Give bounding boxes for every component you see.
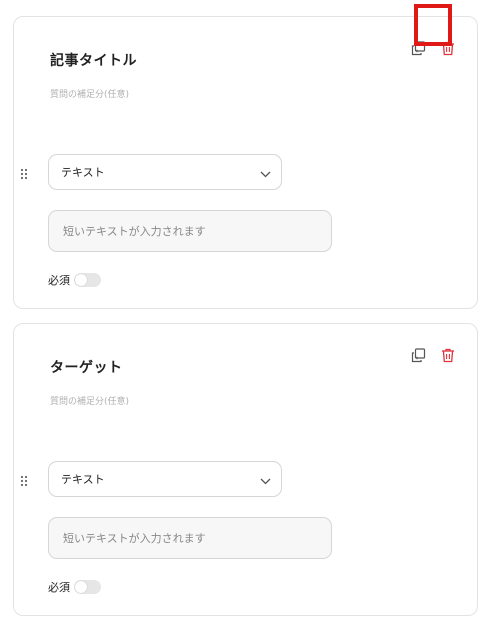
required-row: 必須 — [48, 272, 101, 288]
drag-handle-icon[interactable] — [20, 472, 28, 487]
form-builder: 記事タイトル 質問の補足分(任意) テキスト 短いテキストが入力されます 必須 … — [0, 0, 497, 617]
required-label: 必須 — [48, 581, 70, 594]
question-type-select[interactable]: テキスト — [48, 461, 282, 497]
question-subtitle[interactable]: 質問の補足分(任意) — [50, 394, 129, 407]
question-type-value: テキスト — [61, 166, 105, 179]
question-actions — [409, 346, 457, 365]
trash-icon[interactable] — [438, 346, 457, 365]
toggle-knob — [75, 581, 87, 593]
required-row: 必須 — [48, 579, 101, 595]
question-card: ターゲット 質問の補足分(任意) テキスト 短いテキストが入力されます 必須 — [13, 323, 478, 616]
chevron-down-icon — [260, 168, 271, 181]
copy-icon[interactable] — [409, 346, 428, 365]
chevron-down-icon — [260, 475, 271, 488]
required-toggle[interactable] — [74, 273, 101, 287]
drag-handle-icon[interactable] — [20, 165, 28, 180]
question-type-value: テキスト — [61, 473, 105, 486]
question-subtitle[interactable]: 質問の補足分(任意) — [50, 87, 129, 100]
highlight-annotation — [414, 4, 452, 46]
question-type-select[interactable]: テキスト — [48, 154, 282, 190]
answer-preview-field: 短いテキストが入力されます — [48, 210, 332, 252]
question-title[interactable]: 記事タイトル — [50, 50, 137, 70]
question-card: 記事タイトル 質問の補足分(任意) テキスト 短いテキストが入力されます 必須 — [13, 16, 478, 309]
required-toggle[interactable] — [74, 580, 101, 594]
question-title[interactable]: ターゲット — [50, 357, 123, 377]
required-label: 必須 — [48, 274, 70, 287]
answer-preview-field: 短いテキストが入力されます — [48, 517, 332, 559]
toggle-knob — [75, 274, 87, 286]
